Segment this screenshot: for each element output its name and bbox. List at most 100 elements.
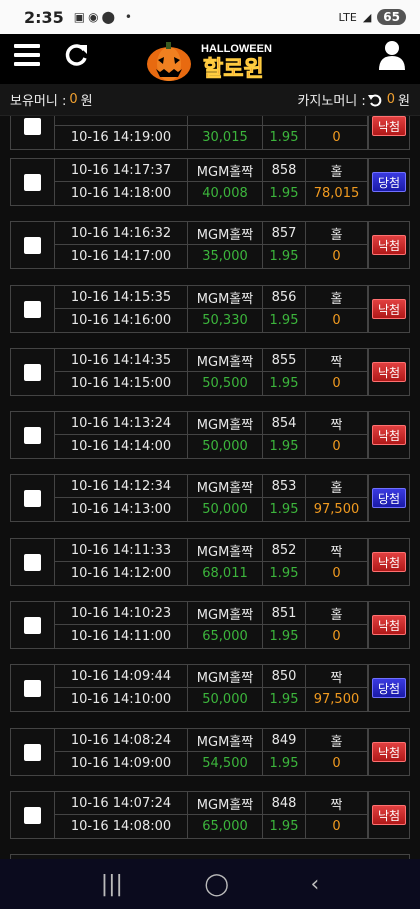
round-number: 852 (263, 539, 306, 561)
casino-refresh-icon[interactable] (367, 93, 382, 107)
game-name: MGM홀짝 (188, 665, 263, 687)
pick: 홀 (306, 475, 368, 497)
payout-amount: 97,500 (306, 688, 368, 711)
result-time: 10-16 14:10:00 (55, 688, 188, 711)
row-cells: 10-16 14:08:24 MGM홀짝 849 홀 10-16 14:09:0… (55, 729, 368, 775)
bet-amount: 50,000 (188, 688, 263, 711)
bet-row: 10-16 14:19:00 30,015 1.95 0 낙첨 (10, 116, 410, 150)
round-number (263, 116, 306, 125)
row-checkbox-cell (11, 159, 55, 205)
row-checkbox[interactable] (24, 489, 41, 507)
signal-icon: ◢ (362, 10, 372, 24)
result-badge: 당첨 (372, 678, 406, 698)
round-number: 853 (263, 475, 306, 497)
result-time: 10-16 14:14:00 (55, 435, 188, 458)
pick: 짝 (306, 539, 368, 561)
result-cell: 낙첨 (368, 792, 409, 838)
balance-bar: 보유머니 : 0 원 카지노머니 : 0 원 (0, 84, 420, 116)
result-badge: 낙첨 (372, 805, 406, 825)
back-icon[interactable]: ‹ (310, 872, 319, 897)
row-checkbox[interactable] (24, 173, 41, 191)
game-name: MGM홀짝 (188, 286, 263, 308)
bet-time: 10-16 14:17:37 (55, 159, 188, 181)
bet-amount: 54,500 (188, 752, 263, 775)
bet-time: 10-16 14:12:34 (55, 475, 188, 497)
round-number: 854 (263, 412, 306, 434)
row-checkbox[interactable] (24, 117, 41, 135)
result-time: 10-16 14:16:00 (55, 309, 188, 332)
pick: 짝 (306, 792, 368, 814)
result-cell: 당첨 (368, 665, 409, 711)
row-checkbox-cell (11, 792, 55, 838)
result-time: 10-16 14:11:00 (55, 625, 188, 648)
recent-apps-icon[interactable]: ||| (101, 872, 123, 897)
row-checkbox[interactable] (24, 363, 41, 381)
game-name: MGM홀짝 (188, 475, 263, 497)
app-header: HALLOWEEN 할로윈 (0, 34, 420, 84)
bet-row: 10-16 14:17:37 MGM홀짝 858 홀 10-16 14:18:0… (10, 158, 410, 206)
row-top-line: 10-16 14:14:35 MGM홀짝 855 짝 (55, 349, 368, 372)
result-cell: 낙첨 (368, 286, 409, 332)
refresh-icon[interactable] (64, 42, 90, 68)
result-badge: 당첨 (372, 488, 406, 508)
round-number: 848 (263, 792, 306, 814)
pick: 홀 (306, 602, 368, 624)
payout-amount: 0 (306, 562, 368, 585)
row-cells: 10-16 14:16:32 MGM홀짝 857 홀 10-16 14:17:0… (55, 222, 368, 268)
network-indicator: LTE (338, 10, 357, 24)
hamburger-menu-icon[interactable] (14, 44, 40, 66)
pick: 짝 (306, 349, 368, 371)
game-name: MGM홀짝 (188, 349, 263, 371)
round-number: 851 (263, 602, 306, 624)
result-cell: 낙첨 (368, 729, 409, 775)
holding-money-unit: 원 (80, 94, 93, 109)
row-cells: 10-16 14:10:23 MGM홀짝 851 홀 10-16 14:11:0… (55, 602, 368, 648)
row-cells: 10-16 14:15:35 MGM홀짝 856 홀 10-16 14:16:0… (55, 286, 368, 332)
row-checkbox[interactable] (24, 679, 41, 697)
pick: 짝 (306, 412, 368, 434)
casino-money-value: 0 (386, 92, 396, 107)
payout-amount: 78,015 (306, 182, 368, 205)
result-time: 10-16 14:19:00 (55, 126, 188, 149)
result-badge: 낙첨 (372, 615, 406, 635)
row-checkbox[interactable] (24, 236, 41, 254)
result-badge: 낙첨 (372, 425, 406, 445)
bet-time: 10-16 14:10:23 (55, 602, 188, 624)
row-checkbox[interactable] (24, 806, 41, 824)
row-checkbox[interactable] (24, 616, 41, 634)
row-cells: 10-16 14:09:44 MGM홀짝 850 짝 10-16 14:10:0… (55, 665, 368, 711)
bet-row: 10-16 14:09:44 MGM홀짝 850 짝 10-16 14:10:0… (10, 664, 410, 712)
odds: 1.95 (263, 126, 306, 149)
result-badge: 낙첨 (372, 362, 406, 382)
row-cells: 10-16 14:07:24 MGM홀짝 848 짝 10-16 14:08:0… (55, 792, 368, 838)
row-checkbox[interactable] (24, 743, 41, 761)
user-icon[interactable] (378, 40, 406, 70)
result-cell: 낙첨 (368, 412, 409, 458)
row-cells: 10-16 14:12:34 MGM홀짝 853 홀 10-16 14:13:0… (55, 475, 368, 521)
bet-time (55, 116, 188, 125)
row-checkbox[interactable] (24, 300, 41, 318)
payout-amount: 0 (306, 309, 368, 332)
halloween-logo[interactable]: HALLOWEEN 할로윈 (145, 36, 275, 82)
bet-amount: 50,000 (188, 435, 263, 458)
game-name: MGM홀짝 (188, 602, 263, 624)
row-checkbox[interactable] (24, 426, 41, 444)
row-checkbox[interactable] (24, 553, 41, 571)
odds: 1.95 (263, 562, 306, 585)
row-top-line: 10-16 14:08:24 MGM홀짝 849 홀 (55, 729, 368, 752)
home-icon[interactable]: ◯ (204, 872, 229, 897)
round-number: 855 (263, 349, 306, 371)
row-checkbox-cell (11, 602, 55, 648)
result-cell: 낙첨 (368, 539, 409, 585)
odds: 1.95 (263, 182, 306, 205)
row-bottom-line: 10-16 14:16:00 50,330 1.95 0 (55, 309, 368, 332)
payout-amount: 97,500 (306, 498, 368, 521)
row-top-line (55, 116, 368, 126)
round-number: 849 (263, 729, 306, 751)
row-cells: 10-16 14:11:33 MGM홀짝 852 짝 10-16 14:12:0… (55, 539, 368, 585)
odds: 1.95 (263, 309, 306, 332)
pick: 홀 (306, 729, 368, 751)
row-top-line: 10-16 14:12:34 MGM홀짝 853 홀 (55, 475, 368, 498)
bet-row: 10-16 14:14:35 MGM홀짝 855 짝 10-16 14:15:0… (10, 348, 410, 396)
row-checkbox-cell (11, 729, 55, 775)
